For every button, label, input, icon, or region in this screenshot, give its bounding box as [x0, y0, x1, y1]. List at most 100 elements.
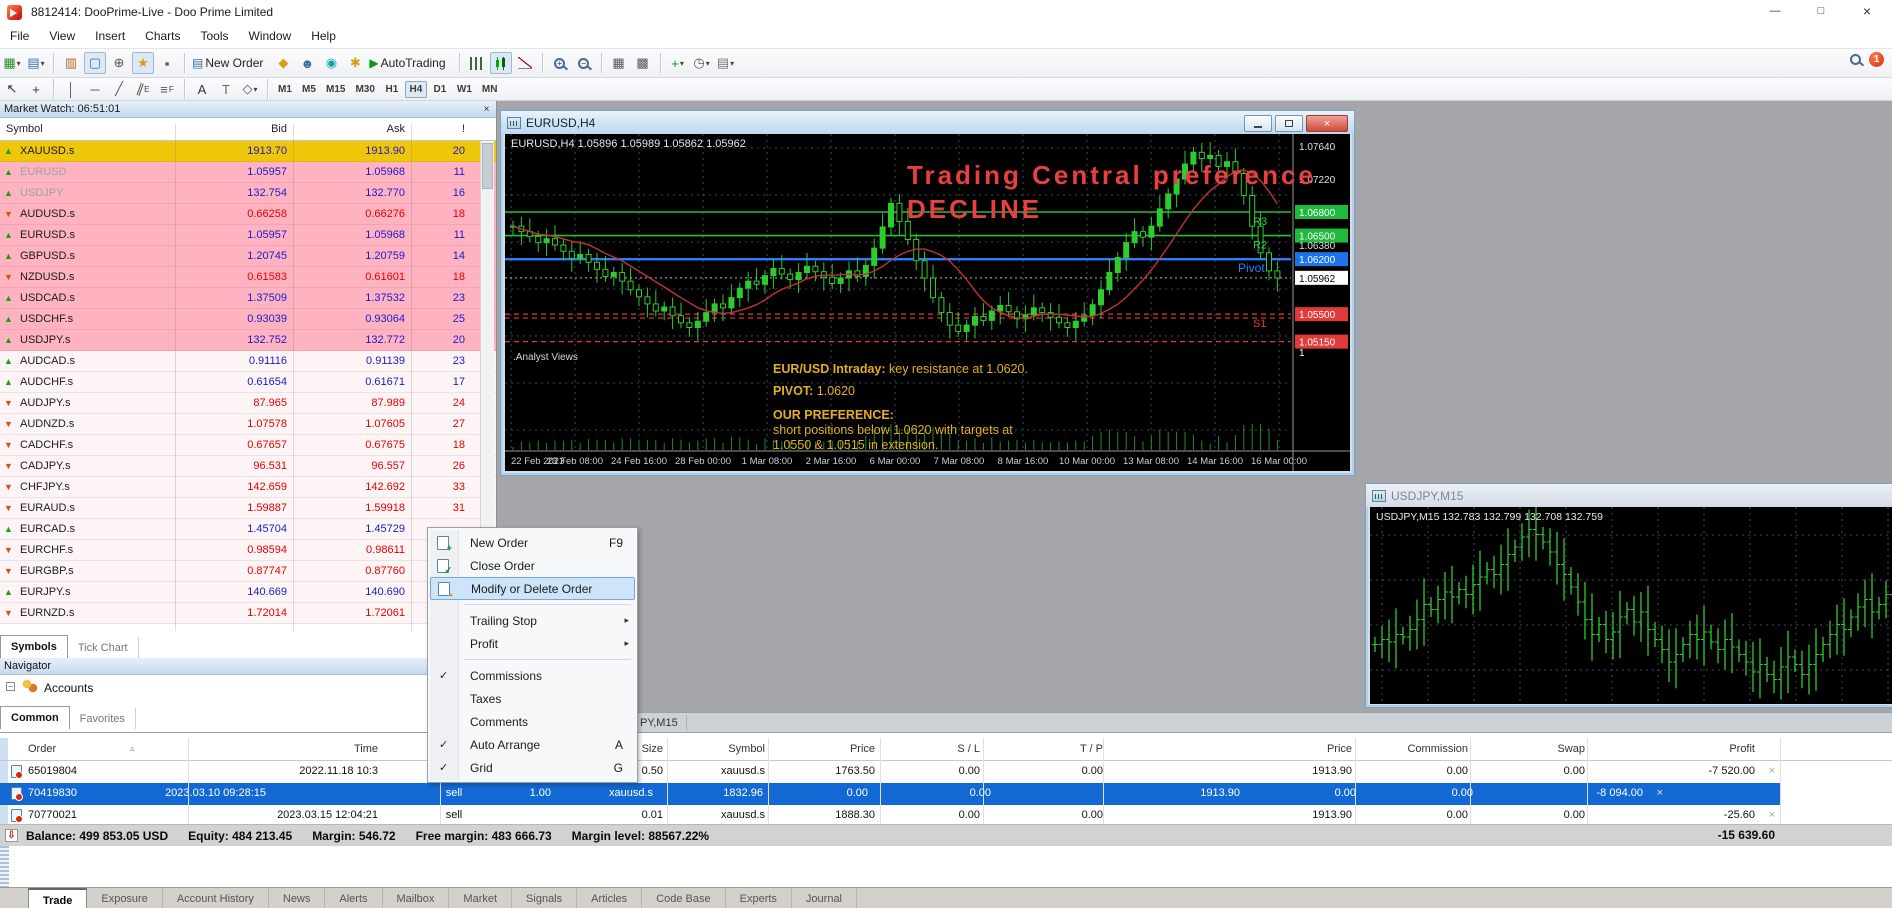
- market-watch-row-USDCHF.s[interactable]: ▲USDCHF.s0.930390.9306425: [0, 309, 496, 330]
- market-watch-row-CADCHF.s[interactable]: ▼CADCHF.s0.676570.6767518: [0, 435, 496, 456]
- notification-badge[interactable]: 1: [1869, 52, 1884, 67]
- close-order-icon[interactable]: ×: [1769, 765, 1775, 777]
- zoom-in-button[interactable]: +: [549, 52, 571, 74]
- chart-tab-usdjpy[interactable]: PY,M15: [632, 715, 687, 731]
- menu-insert[interactable]: Insert: [85, 26, 135, 46]
- market-watch-row-EURJPY.s[interactable]: ▲EURJPY.s140.669140.690: [0, 582, 496, 603]
- eurusd-window-titlebar[interactable]: EURUSD,H4: [501, 111, 1354, 134]
- bottom-tab-trade[interactable]: Trade: [28, 888, 87, 908]
- col-s/l[interactable]: S / L: [957, 743, 980, 755]
- timeframe-M30[interactable]: M30: [351, 81, 378, 98]
- profiles-icon[interactable]: ▤▾: [25, 52, 47, 74]
- order-row-65019804[interactable]: 650198042022.11.18 10:30.50xauusd.s1763.…: [0, 761, 1892, 783]
- child-close-button[interactable]: ×: [1306, 115, 1348, 132]
- col-symbol[interactable]: Symbol: [728, 743, 765, 755]
- cursor-icon[interactable]: ↖: [1, 78, 23, 100]
- fibonacci-icon[interactable]: ≡F: [156, 78, 178, 100]
- col-t/p[interactable]: T / P: [1080, 743, 1103, 755]
- timeframe-W1[interactable]: W1: [453, 81, 476, 98]
- usdjpy-chart-area[interactable]: USDJPY,M15 132.783 132.799 132.708 132.7…: [1370, 507, 1892, 704]
- bar-chart-icon[interactable]: [466, 52, 488, 74]
- eurusd-chart-area[interactable]: 22 Feb 202323 Feb 08:0024 Feb 16:0028 Fe…: [505, 134, 1350, 471]
- mql-community-icon[interactable]: ☻: [296, 52, 318, 74]
- timeframe-H1[interactable]: H1: [381, 81, 403, 98]
- navigator-icon[interactable]: ⊕: [108, 52, 130, 74]
- text-label-icon[interactable]: T: [215, 78, 237, 100]
- signals-icon[interactable]: ◉: [320, 52, 342, 74]
- candlestick-chart-icon[interactable]: [490, 52, 512, 74]
- timeframe-M15[interactable]: M15: [322, 81, 349, 98]
- market-watch-row-USDCAD.s[interactable]: ▲USDCAD.s1.375091.3753223: [0, 288, 496, 309]
- tree-expander-icon[interactable]: −: [6, 682, 15, 691]
- order-row-70419830[interactable]: 704198302023.03.10 09:28:15sell1.00xauus…: [0, 783, 1780, 805]
- bottom-tab-account-history[interactable]: Account History: [163, 888, 269, 908]
- menu-item-close-order[interactable]: Close Order: [430, 554, 635, 577]
- crosshair-icon[interactable]: +: [25, 78, 47, 100]
- market-watch-row-EURAUD.s[interactable]: ▼EURAUD.s1.598871.5991831: [0, 498, 496, 519]
- bottom-tab-exposure[interactable]: Exposure: [87, 888, 162, 908]
- menu-item-commissions[interactable]: ✓Commissions: [430, 664, 635, 687]
- bottom-tab-code-base[interactable]: Code Base: [642, 888, 725, 908]
- bottom-tab-news[interactable]: News: [269, 888, 326, 908]
- strategy-tester-icon[interactable]: ▪: [156, 52, 178, 74]
- horizontal-line-icon[interactable]: ─: [84, 78, 106, 100]
- col-order[interactable]: Order: [28, 743, 56, 755]
- timeframe-D1[interactable]: D1: [429, 81, 451, 98]
- market-watch-row-AUDCAD.s[interactable]: ▲AUDCAD.s0.911160.9113923: [0, 351, 496, 372]
- scrollbar-thumb[interactable]: [482, 143, 493, 189]
- menu-view[interactable]: View: [39, 26, 85, 46]
- cascade-windows-icon[interactable]: ▩: [632, 52, 654, 74]
- text-icon[interactable]: A: [191, 78, 213, 100]
- menu-item-grid[interactable]: ✓GridG: [430, 756, 635, 779]
- tab-favorites[interactable]: Favorites: [70, 708, 136, 729]
- menu-item-auto-arrange[interactable]: ✓Auto ArrangeA: [430, 733, 635, 756]
- market-watch-close-icon[interactable]: ×: [480, 103, 493, 116]
- menu-item-profit[interactable]: Profit▸: [430, 632, 635, 655]
- bottom-tab-articles[interactable]: Articles: [577, 888, 642, 908]
- col-swap[interactable]: Swap: [1557, 743, 1585, 755]
- search-icon[interactable]: [1850, 54, 1861, 65]
- timeframe-H4[interactable]: H4: [405, 81, 427, 98]
- options-icon[interactable]: ✱: [344, 52, 366, 74]
- zoom-out-button[interactable]: −: [573, 52, 595, 74]
- menu-item-comments[interactable]: Comments: [430, 710, 635, 733]
- bottom-tab-mailbox[interactable]: Mailbox: [383, 888, 450, 908]
- timeframe-M1[interactable]: M1: [274, 81, 296, 98]
- market-watch-row-USDJPY[interactable]: ▲USDJPY132.754132.77016: [0, 183, 496, 204]
- close-order-icon[interactable]: ×: [1769, 809, 1775, 821]
- col-ask[interactable]: Ask: [387, 123, 405, 135]
- close-order-icon[interactable]: ×: [1657, 787, 1663, 799]
- col-price[interactable]: Price: [1327, 743, 1352, 755]
- col-time[interactable]: Time: [354, 743, 378, 755]
- menu-charts[interactable]: Charts: [135, 26, 190, 46]
- market-watch-row-EURUSD.s[interactable]: ▲EURUSD.s1.059571.0596811: [0, 225, 496, 246]
- market-watch-row-EURNZD.s[interactable]: ▼EURNZD.s1.720141.72061: [0, 603, 496, 624]
- col-profit[interactable]: Profit: [1729, 743, 1755, 755]
- expert-advisors-icon[interactable]: ◆: [272, 52, 294, 74]
- market-watch-row-CADJPY.s[interactable]: ▼CADJPY.s96.53196.55726: [0, 456, 496, 477]
- minimize-button[interactable]: —: [1752, 0, 1798, 22]
- new-chart-icon[interactable]: ▦▾: [1, 52, 23, 74]
- child-minimize-button[interactable]: [1244, 115, 1272, 132]
- line-chart-icon[interactable]: [514, 52, 536, 74]
- market-watch-row-XAUUSD.s[interactable]: ▲XAUUSD.s1913.701913.9020: [0, 141, 496, 162]
- bottom-tab-market[interactable]: Market: [449, 888, 512, 908]
- menu-item-trailing-stop[interactable]: Trailing Stop▸: [430, 609, 635, 632]
- market-watch-row-NZDUSD.s[interactable]: ▼NZDUSD.s0.615830.6160118: [0, 267, 496, 288]
- trendline-icon[interactable]: ╱: [108, 78, 130, 100]
- navigator-item-accounts[interactable]: Accounts: [44, 681, 93, 695]
- menu-item-modify-or-delete-order[interactable]: Modify or Delete Order: [430, 577, 635, 600]
- timeframe-M5[interactable]: M5: [298, 81, 320, 98]
- col-symbol[interactable]: Symbol: [6, 123, 43, 135]
- market-watch-row-EURUSD[interactable]: ▲EURUSD1.059571.0596811: [0, 162, 496, 183]
- market-watch-row-AUDUSD.s[interactable]: ▼AUDUSD.s0.662580.6627618: [0, 204, 496, 225]
- shapes-icon[interactable]: ◇▾: [239, 78, 261, 100]
- market-watch-row-AUDCHF.s[interactable]: ▲AUDCHF.s0.616540.6167117: [0, 372, 496, 393]
- bottom-tab-signals[interactable]: Signals: [512, 888, 577, 908]
- child-restore-button[interactable]: [1275, 115, 1303, 132]
- templates-icon[interactable]: ▤▾: [715, 52, 737, 74]
- bottom-tab-journal[interactable]: Journal: [792, 888, 857, 908]
- market-watch-row-EURCHF.s[interactable]: ▼EURCHF.s0.985940.98611: [0, 540, 496, 561]
- data-window-icon[interactable]: ▢: [84, 52, 106, 74]
- menu-item-taxes[interactable]: Taxes: [430, 687, 635, 710]
